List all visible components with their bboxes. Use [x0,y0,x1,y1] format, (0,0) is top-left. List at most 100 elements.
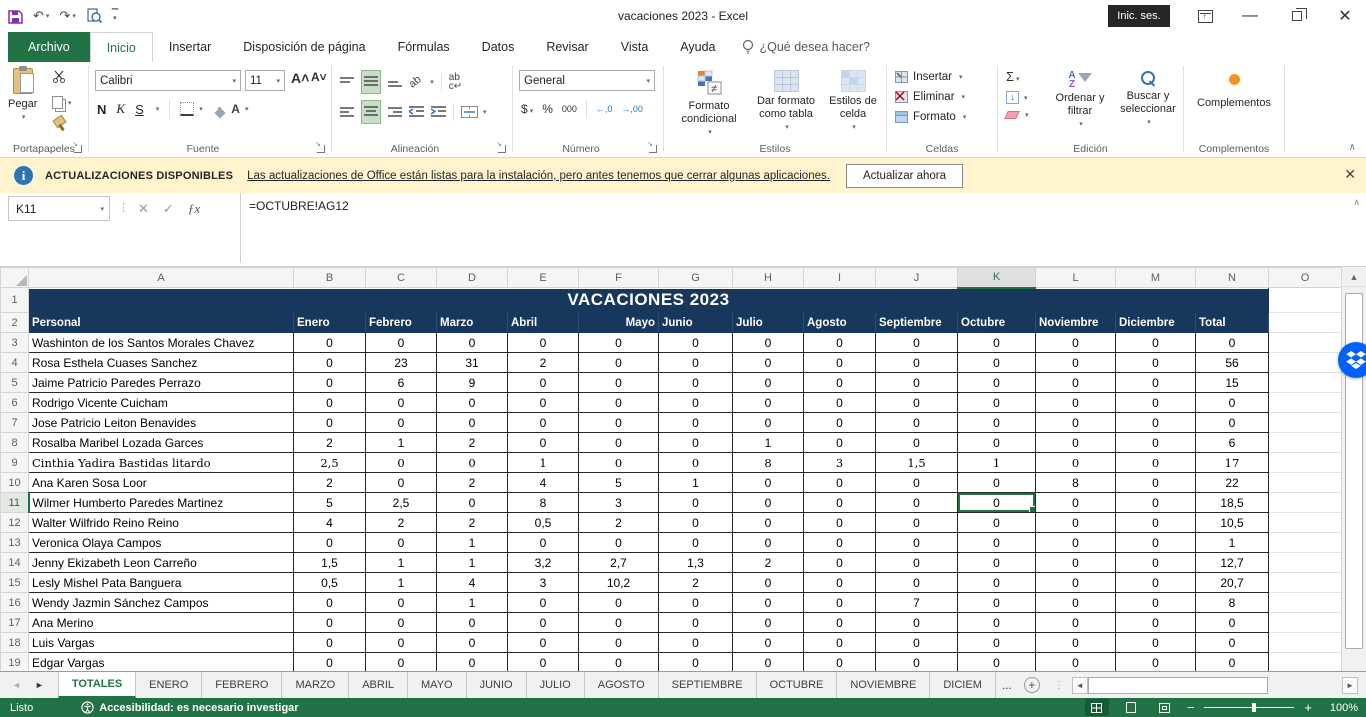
cell-C11[interactable]: 2,5 [366,493,437,513]
update-now-button[interactable]: Actualizar ahora [846,164,963,188]
cell-O11[interactable] [1269,493,1342,513]
cell-E10[interactable]: 4 [508,473,579,493]
insert-cells-button[interactable]: Insertar▾ [895,71,966,83]
cell-O12[interactable] [1269,513,1342,533]
cell-name-row14[interactable]: Jenny Ekizabeth Leon Carreño [29,553,294,573]
cell-H6[interactable]: 0 [733,393,804,413]
cell-L13[interactable]: 0 [1036,533,1116,553]
cell-J19[interactable]: 0 [876,653,958,672]
sheet-tab-febrero[interactable]: FEBRERO [202,672,282,698]
cell-D6[interactable]: 0 [437,393,508,413]
cell-N12[interactable]: 10,5 [1196,513,1269,533]
cell-D3[interactable]: 0 [437,333,508,353]
cell-B6[interactable]: 0 [294,393,366,413]
cell-B10[interactable]: 2 [294,473,366,493]
cell-G4[interactable]: 0 [659,353,733,373]
new-sheet-button[interactable]: + [1024,677,1040,693]
cell-C6[interactable]: 0 [366,393,437,413]
cut-icon[interactable] [52,70,72,88]
cell-J14[interactable]: 0 [876,553,958,573]
cell-H13[interactable]: 0 [733,533,804,553]
cell-M13[interactable]: 0 [1116,533,1196,553]
cell-M7[interactable]: 0 [1116,413,1196,433]
increase-indent-icon[interactable] [431,106,446,118]
grow-font-button[interactable]: A˄ [291,70,309,86]
cell-D4[interactable]: 31 [437,353,508,373]
cell-H10[interactable]: 0 [733,473,804,493]
header-cell-Julio[interactable]: Julio [733,313,804,333]
cell-O5[interactable] [1269,373,1342,393]
bold-button[interactable]: N [97,102,106,117]
cell-N18[interactable]: 0 [1196,633,1269,653]
cell-F10[interactable]: 5 [579,473,659,493]
cell-D13[interactable]: 1 [437,533,508,553]
cell-E3[interactable]: 0 [508,333,579,353]
cell-J8[interactable]: 0 [876,433,958,453]
cell-M12[interactable]: 0 [1116,513,1196,533]
cell-J12[interactable]: 0 [876,513,958,533]
cell-L9[interactable]: 0 [1036,453,1116,473]
number-format-combo[interactable]: General▾ [519,70,655,91]
italic-button[interactable]: K [116,101,125,117]
column-header-J[interactable]: J [876,268,958,288]
cell-name-row16[interactable]: Wendy Jazmin Sánchez Campos [29,593,294,613]
column-header-F[interactable]: F [579,268,659,288]
cell-name-row12[interactable]: Walter Wilfrido Reino Reino [29,513,294,533]
cell-O10[interactable] [1269,473,1342,493]
cell-N16[interactable]: 8 [1196,593,1269,613]
row-header-17[interactable]: 17 [1,613,29,633]
row-header-6[interactable]: 6 [1,393,29,413]
cell-J6[interactable]: 0 [876,393,958,413]
cell-G8[interactable]: 0 [659,433,733,453]
cell-K11[interactable]: 0 [958,493,1036,513]
font-color-button[interactable]: A▾ [231,100,248,118]
cell-D9[interactable]: 0 [437,453,508,473]
column-header-G[interactable]: G [659,268,733,288]
cell-C12[interactable]: 2 [366,513,437,533]
page-layout-view-button[interactable] [1119,699,1143,716]
number-dialog-launcher[interactable] [649,145,657,153]
tabbar-splitter[interactable]: ⋮ [1054,680,1064,691]
cell-N15[interactable]: 20,7 [1196,573,1269,593]
cell-N6[interactable]: 0 [1196,393,1269,413]
row-header-11[interactable]: 11 [1,493,29,513]
cell-I18[interactable]: 0 [804,633,876,653]
cell-K18[interactable]: 0 [958,633,1036,653]
column-header-E[interactable]: E [508,268,579,288]
cell-F9[interactable]: 0 [579,453,659,473]
cell-O19[interactable] [1269,653,1342,672]
cell-J15[interactable]: 0 [876,573,958,593]
cell-O6[interactable] [1269,393,1342,413]
sheet-nav-left-icon[interactable]: ◄ [12,680,21,690]
cell-D8[interactable]: 2 [437,433,508,453]
cell-B9[interactable]: 2,5 [294,453,366,473]
sheet-tab-abril[interactable]: ABRIL [349,672,408,698]
cell-H14[interactable]: 2 [733,553,804,573]
align-left-icon[interactable] [340,106,354,118]
cell-O13[interactable] [1269,533,1342,553]
cell-M10[interactable]: 0 [1116,473,1196,493]
cell-O15[interactable] [1269,573,1342,593]
currency-button[interactable]: $▾ [521,102,533,116]
cell-C7[interactable]: 0 [366,413,437,433]
cell-N11[interactable]: 18,5 [1196,493,1269,513]
cell-F8[interactable]: 0 [579,433,659,453]
row-header-3[interactable]: 3 [1,333,29,353]
close-button[interactable]: ✕ [1330,0,1360,32]
cell-N13[interactable]: 1 [1196,533,1269,553]
font-size-combo[interactable]: 11▾ [245,70,285,91]
cell-I19[interactable]: 0 [804,653,876,672]
cell-C3[interactable]: 0 [366,333,437,353]
cell-E14[interactable]: 3,2 [508,553,579,573]
cell-name-row18[interactable]: Luis Vargas [29,633,294,653]
cell-G3[interactable]: 0 [659,333,733,353]
column-header-N[interactable]: N [1196,268,1269,288]
cell-J13[interactable]: 0 [876,533,958,553]
cell-O17[interactable] [1269,613,1342,633]
normal-view-button[interactable] [1085,699,1109,716]
cell-D16[interactable]: 1 [437,593,508,613]
ribbon-display-options-button[interactable] [1190,0,1220,32]
cell-M17[interactable]: 0 [1116,613,1196,633]
cell-C18[interactable]: 0 [366,633,437,653]
cell-K9[interactable]: 1 [958,453,1036,473]
